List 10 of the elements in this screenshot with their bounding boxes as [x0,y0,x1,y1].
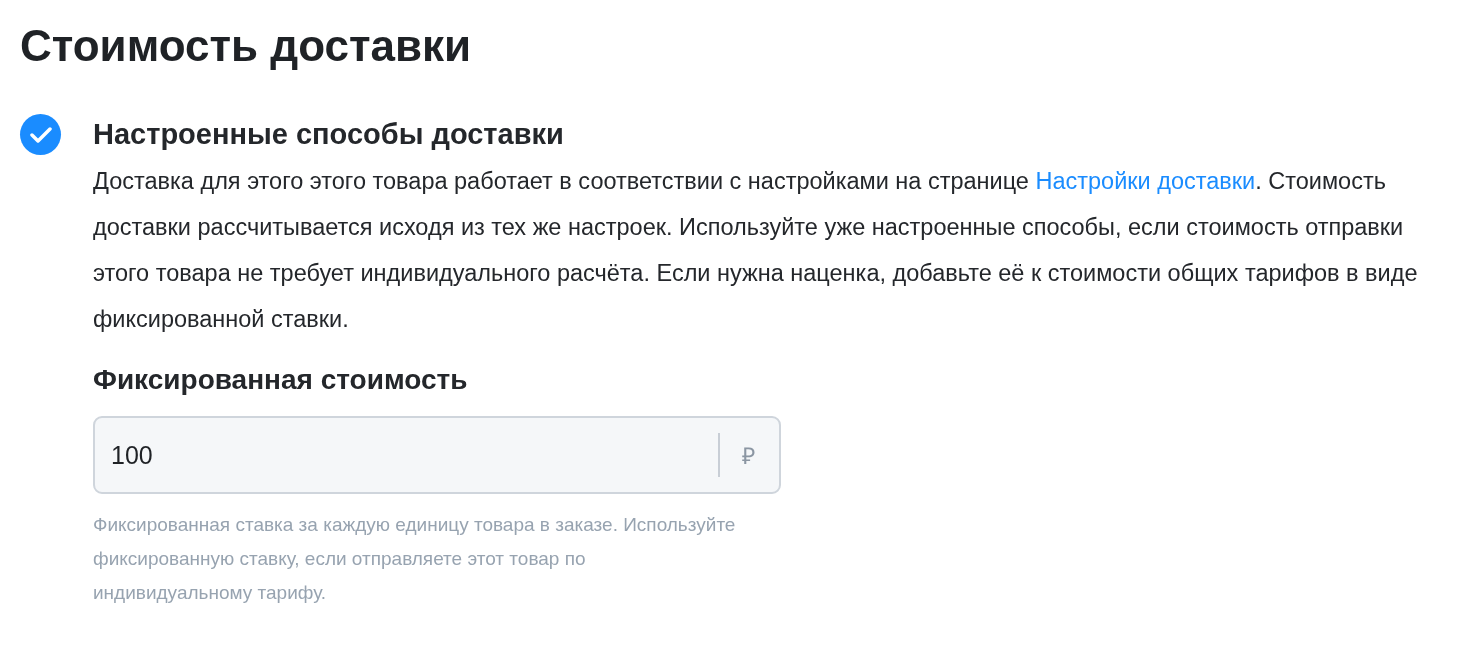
field-hint: Фиксированная ставка за каждую единицу товара в заказе. Используйте фиксированную ставку, если отправляете этот товар по индивидуальному тарифу. [93,513,737,605]
price-field[interactable]: 100 ₽ [93,416,781,494]
page-title: Стоимость доставки [20,20,473,72]
checkmark-icon [29,125,52,144]
field-label: Фиксированная стоимость [93,363,468,397]
option-label: Настроенные способы доставки [93,117,564,152]
checkbox[interactable] [20,114,61,155]
option-description: Доставка для этого этого товара работает в соответствии с настройками на странице Настройки доставки. Стоимость доставки рассчитывается исходя из тех же настроек. Используйте уже настроенные способы, если стоимость отправки этого товара не требует индивидуального расчёта. Если нужна наценка, добавьте её к стоимости общих тарифов в виде фиксированной ставки. [93,167,1419,334]
currency-suffix: ₽ [741,442,756,471]
price-input[interactable]: 100 [95,440,718,470]
